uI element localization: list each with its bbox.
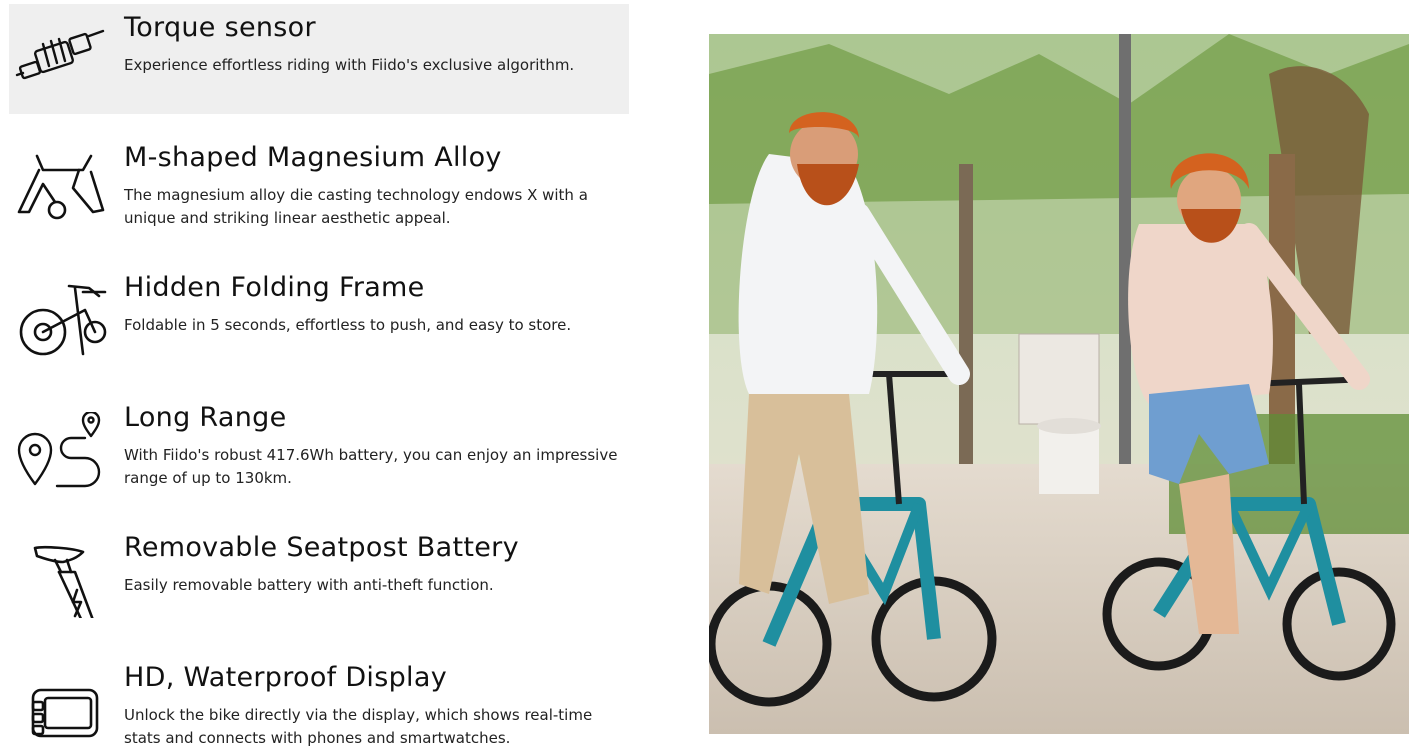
feature-title: Torque sensor — [124, 12, 316, 43]
route-pin-icon — [13, 412, 109, 488]
display-icon — [13, 672, 109, 748]
feature-title: Removable Seatpost Battery — [124, 532, 519, 563]
hero-photo-riders — [709, 34, 1409, 734]
feature-list: Torque sensor Experience effortless ridi… — [9, 4, 629, 750]
feature-description: With Fiido's robust 417.6Wh battery, you… — [124, 446, 618, 487]
feature-description: Easily removable battery with anti-theft… — [124, 576, 494, 594]
frame-icon — [13, 152, 109, 228]
feature-description: The magnesium alloy die casting technolo… — [124, 186, 588, 227]
feature-description: Unlock the bike directly via the display… — [124, 706, 593, 747]
product-features-page: Torque sensor Experience effortless ridi… — [0, 0, 1422, 750]
seatpost-battery-icon — [13, 542, 109, 618]
feature-item-folding-frame[interactable]: Hidden Folding Frame Foldable in 5 secon… — [9, 264, 629, 394]
feature-item-torque-sensor[interactable]: Torque sensor Experience effortless ridi… — [9, 4, 629, 114]
feature-title: Long Range — [124, 402, 287, 433]
feature-title: M-shaped Magnesium Alloy — [124, 142, 502, 173]
feature-title: HD, Waterproof Display — [124, 662, 447, 693]
feature-item-display[interactable]: HD, Waterproof Display Unlock the bike d… — [9, 654, 629, 750]
torque-sensor-icon — [13, 22, 109, 98]
feature-description: Experience effortless riding with Fiido'… — [124, 56, 575, 74]
feature-item-magnesium-alloy[interactable]: M-shaped Magnesium Alloy The magnesium a… — [9, 134, 629, 264]
folding-bike-icon — [13, 282, 109, 358]
feature-title: Hidden Folding Frame — [124, 272, 425, 303]
feature-item-long-range[interactable]: Long Range With Fiido's robust 417.6Wh b… — [9, 394, 629, 524]
feature-description: Foldable in 5 seconds, effortless to pus… — [124, 316, 572, 334]
feature-item-seatpost-battery[interactable]: Removable Seatpost Battery Easily remova… — [9, 524, 629, 654]
